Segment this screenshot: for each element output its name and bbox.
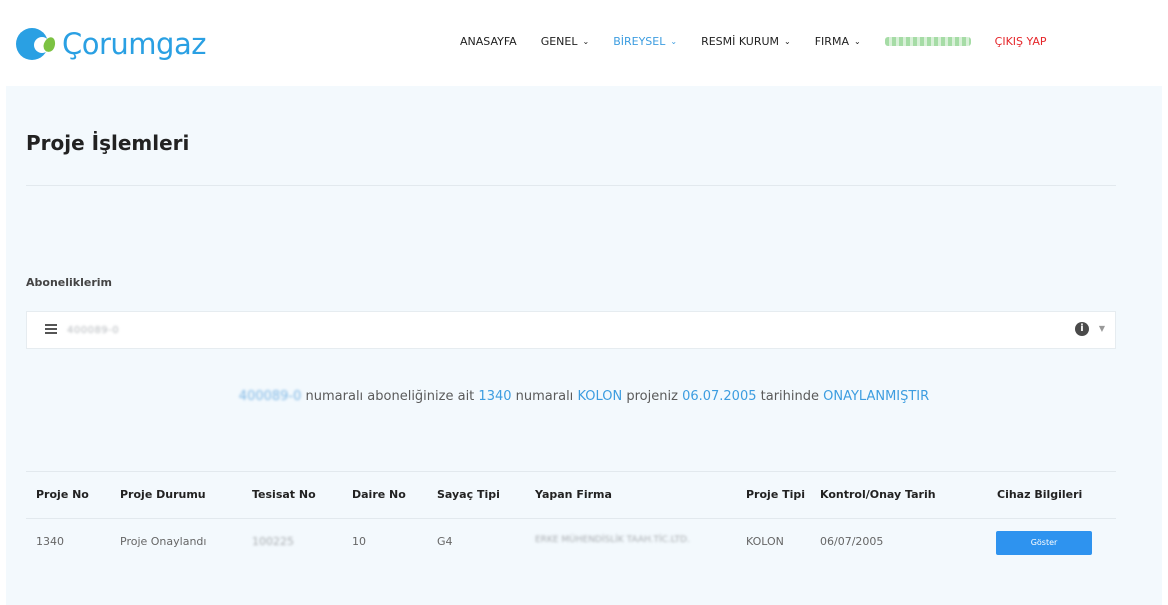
nav-item-firma[interactable]: FIRMA ⌄ xyxy=(815,35,861,48)
logo-text: Çorumgaz xyxy=(62,27,206,61)
message-text: tarihinde xyxy=(756,389,824,404)
message-text: numaralı xyxy=(511,389,578,404)
cell-tesisat-no: 100225 xyxy=(252,535,294,548)
chevron-down-icon: ⌄ xyxy=(670,37,678,46)
column-header: Proje No xyxy=(36,488,89,501)
logout-link[interactable]: ÇIKIŞ YAP xyxy=(995,35,1047,48)
section-label-subscriptions: Aboneliklerim xyxy=(26,276,112,289)
nav-label: BİREYSEL xyxy=(613,35,666,48)
column-header: Tesisat No xyxy=(252,488,316,501)
table-row: 1340 Proje Onaylandı 100225 10 G4 ERKE M… xyxy=(26,518,1116,565)
message-text: projeniz xyxy=(622,389,683,404)
nav-item-resmi-kurum[interactable]: RESMİ KURUM ⌄ xyxy=(701,35,791,48)
nav-label: GENEL xyxy=(540,35,578,48)
main-content: Proje İşlemleri Aboneliklerim 400089-0 i… xyxy=(6,86,1162,605)
caret-down-icon[interactable]: ▼ xyxy=(1099,324,1105,333)
cell-proje-durumu: Proje Onaylandı xyxy=(120,535,207,548)
logo[interactable]: Çorumgaz xyxy=(16,24,206,64)
show-device-info-button[interactable]: Göster xyxy=(996,531,1092,555)
column-header: Yapan Firma xyxy=(535,488,612,501)
cell-tarih: 06/07/2005 xyxy=(820,535,884,548)
project-status-message: 400089-0 numaralı aboneliğinize ait 1340… xyxy=(6,389,1162,404)
column-header: Proje Tipi xyxy=(746,488,806,501)
list-icon xyxy=(45,324,57,334)
divider xyxy=(26,185,1116,186)
nav-item-anasayfa[interactable]: ANASAYFA xyxy=(460,35,517,48)
chevron-down-icon: ⌄ xyxy=(853,37,861,46)
chevron-down-icon: ⌄ xyxy=(784,37,791,46)
subscription-value: 400089-0 xyxy=(67,325,120,336)
message-project-no: 1340 xyxy=(478,389,512,404)
nav-label: FIRMA xyxy=(814,35,849,48)
nav-item-genel[interactable]: GENEL ⌄ xyxy=(541,35,589,48)
message-status: ONAYLANMIŞTIR xyxy=(823,389,930,404)
message-subscription: 400089-0 xyxy=(238,389,302,404)
subscription-select[interactable]: 400089-0 i ▼ xyxy=(26,311,1116,349)
cell-yapan-firma: ERKE MÜHENDİSLİK TAAH.TİC.LTD. xyxy=(535,535,690,545)
site-header: Çorumgaz ANASAYFA GENEL ⌄ BİREYSEL ⌄ RES… xyxy=(0,0,1168,86)
column-header: Cihaz Bilgileri xyxy=(997,488,1083,501)
column-header: Daire No xyxy=(352,488,406,501)
cell-proje-tipi: KOLON xyxy=(746,535,784,548)
column-header: Proje Durumu xyxy=(120,488,206,501)
nav-label: RESMİ KURUM xyxy=(701,35,780,48)
chevron-down-icon: ⌄ xyxy=(582,37,590,46)
message-text: numaralı aboneliğinize ait xyxy=(301,389,479,404)
page-title: Proje İşlemleri xyxy=(26,131,190,155)
logo-mark-icon xyxy=(16,24,60,64)
message-project-type: KOLON xyxy=(577,389,623,404)
table-header-row: Proje No Proje Durumu Tesisat No Daire N… xyxy=(26,471,1116,518)
nav-label: ANASAYFA xyxy=(460,35,517,48)
column-header: Kontrol/Onay Tarih xyxy=(820,488,936,501)
main-nav: ANASAYFA GENEL ⌄ BİREYSEL ⌄ RESMİ KURUM … xyxy=(460,35,1047,48)
cell-proje-no: 1340 xyxy=(36,535,64,548)
message-date: 06.07.2005 xyxy=(682,389,757,404)
cell-sayac-tipi: G4 xyxy=(437,535,453,548)
nav-item-bireysel[interactable]: BİREYSEL ⌄ xyxy=(613,35,677,48)
info-icon[interactable]: i xyxy=(1075,322,1089,336)
user-name-redacted[interactable]: ████████ xyxy=(884,37,971,46)
cell-daire-no: 10 xyxy=(352,535,366,548)
projects-table: Proje No Proje Durumu Tesisat No Daire N… xyxy=(26,471,1116,565)
column-header: Sayaç Tipi xyxy=(437,488,500,501)
